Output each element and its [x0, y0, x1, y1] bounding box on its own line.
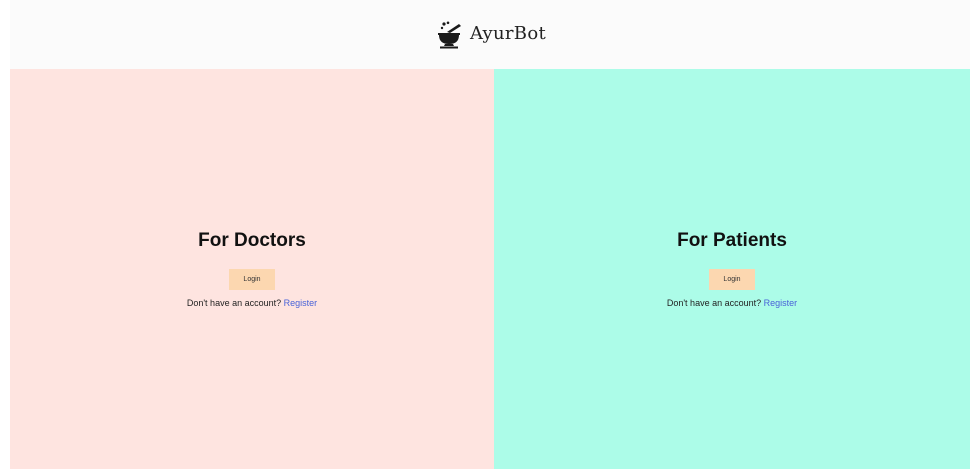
doctors-register-prompt: Don't have an account? [186, 298, 282, 308]
doctors-register-link[interactable]: Register [284, 298, 318, 308]
patients-register-link[interactable]: Register [764, 298, 798, 308]
page: AyurBot For Doctors Login Don't have an … [0, 0, 970, 469]
brand-name: AyurBot [469, 23, 547, 44]
brand[interactable]: AyurBot [434, 20, 546, 50]
doctors-panel: For Doctors Login Don't have an account?… [10, 69, 494, 469]
patients-title: For Patients [677, 230, 787, 251]
patients-register-line: Don't have an account? Register [667, 298, 797, 308]
doctors-register-line: Don't have an account? Register [187, 298, 317, 308]
doctors-title: For Doctors [198, 230, 306, 251]
doctors-login-button[interactable]: Login [229, 269, 275, 290]
mortar-pestle-icon [437, 21, 461, 48]
top-header: AyurBot [10, 0, 970, 69]
patients-panel: For Patients Login Don't have an account… [494, 69, 970, 469]
patients-login-button[interactable]: Login [709, 269, 755, 290]
patients-register-prompt: Don't have an account? [666, 298, 762, 308]
